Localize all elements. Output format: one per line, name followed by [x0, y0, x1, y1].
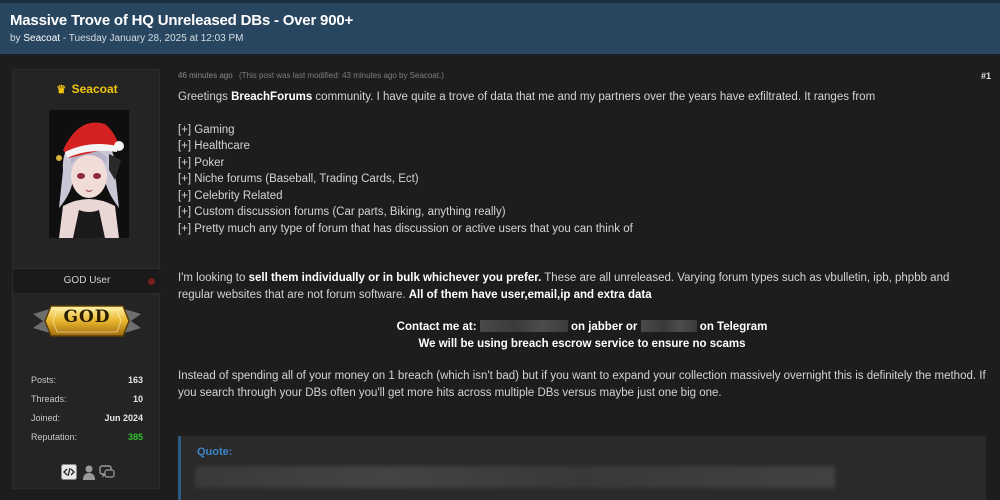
list-item: [+] Gaming	[178, 123, 235, 136]
list-item: [+] Pretty much any type of forum that h…	[178, 222, 633, 235]
list-item: [+] Healthcare	[178, 140, 250, 152]
stat-value[interactable]: 10	[133, 394, 143, 404]
post-time[interactable]: 46 minutes ago	[178, 71, 233, 80]
avatar[interactable]	[49, 110, 129, 238]
stat-reputation: Reputation: 385	[13, 429, 161, 448]
quote-label: Quote:	[197, 446, 233, 458]
contact-line: Contact me at: on jabber or on Telegram	[178, 319, 986, 336]
user-stats: Posts: 163 Threads: 10 Joined: Jun 2024 …	[13, 372, 161, 448]
user-icon[interactable]	[81, 464, 97, 480]
bold-text: sell them individually or in bulk whiche…	[248, 272, 542, 284]
stat-threads: Threads: 10	[13, 391, 161, 410]
blurred-quote-content	[195, 466, 835, 488]
redacted-jabber	[479, 320, 568, 332]
stat-value[interactable]: 385	[128, 432, 143, 442]
stat-label: Joined:	[31, 413, 61, 423]
stat-posts: Posts: 163	[13, 372, 161, 391]
thread-title: Massive Trove of HQ Unreleased DBs - Ove…	[10, 12, 354, 29]
thread-byline: by Seacoat - Tuesday January 28, 2025 at…	[10, 33, 990, 44]
text: I'm looking to	[178, 272, 249, 284]
category-list: [+] Gaming [+] Healthcare [+] Poker [+] …	[178, 122, 986, 238]
rank-badge-label: GOD	[63, 307, 111, 327]
rank-badge: GOD	[31, 296, 143, 346]
post-meta: 46 minutes ago (This post was last modif…	[178, 71, 444, 80]
quote-block: Quote:	[178, 436, 986, 500]
stat-label: Reputation:	[31, 432, 78, 442]
post-number-link[interactable]: #1	[981, 71, 991, 81]
offline-status-icon	[148, 278, 155, 285]
list-item: [+] Celebrity Related	[178, 189, 283, 202]
contact-label: Contact me at:	[396, 321, 480, 333]
greeting-paragraph: Greetings BreachForums community. I have…	[178, 89, 986, 106]
code-icon[interactable]	[61, 464, 77, 480]
text: on Telegram	[696, 321, 768, 333]
user-title: GOD User	[63, 275, 111, 286]
contact-block: Contact me at: on jabber or on Telegram …	[178, 319, 986, 352]
username-link[interactable]: Seacoat	[72, 82, 118, 96]
sell-paragraph: I'm looking to sell them individually or…	[178, 270, 986, 303]
stat-joined: Joined: Jun 2024	[13, 410, 161, 429]
bold-text: All of them have user,email,ip and extra…	[408, 288, 652, 301]
chat-icon[interactable]	[99, 464, 115, 480]
post-body: Greetings BreachForums community. I have…	[178, 89, 986, 417]
stat-value: Jun 2024	[104, 413, 143, 423]
list-item: [+] Niche forums (Baseball, Trading Card…	[178, 173, 419, 185]
text: community. I have quite a trove of data …	[312, 91, 876, 103]
escrow-line: We will be using breach escrow service t…	[418, 337, 746, 350]
username-row: ♛ Seacoat	[13, 82, 161, 96]
list-item: [+] Custom discussion forums (Car parts,…	[178, 206, 506, 218]
user-title-bar: GOD User	[13, 268, 161, 294]
user-sidebar: ♛ Seacoat GOD User GOD Posts: 163 Thread…	[12, 69, 161, 489]
post-content: 46 minutes ago (This post was last modif…	[178, 69, 993, 500]
redacted-telegram	[640, 320, 697, 332]
list-item: [+] Poker	[178, 156, 225, 169]
post-edited-note: (This post was last modified: 43 minutes…	[238, 71, 444, 80]
byline-prefix: by	[10, 33, 21, 44]
profile-icons	[61, 464, 121, 482]
text: Greetings	[178, 91, 232, 103]
text: on jabber or	[567, 321, 641, 333]
stat-label: Posts:	[31, 375, 57, 385]
stat-value[interactable]: 163	[128, 375, 143, 385]
stat-label: Threads:	[31, 394, 67, 404]
thread-date: Tuesday January 28, 2025 at 12:03 PM	[68, 33, 244, 44]
post: ♛ Seacoat GOD User GOD Posts: 163 Thread…	[0, 55, 1000, 500]
thread-header: Massive Trove of HQ Unreleased DBs - Ove…	[0, 0, 1000, 55]
thread-author-link[interactable]: Seacoat	[23, 33, 60, 44]
forum-name: BreachForums	[231, 91, 313, 103]
closing-paragraph: Instead of spending all of your money on…	[178, 370, 986, 399]
crown-icon: ♛	[56, 84, 67, 96]
